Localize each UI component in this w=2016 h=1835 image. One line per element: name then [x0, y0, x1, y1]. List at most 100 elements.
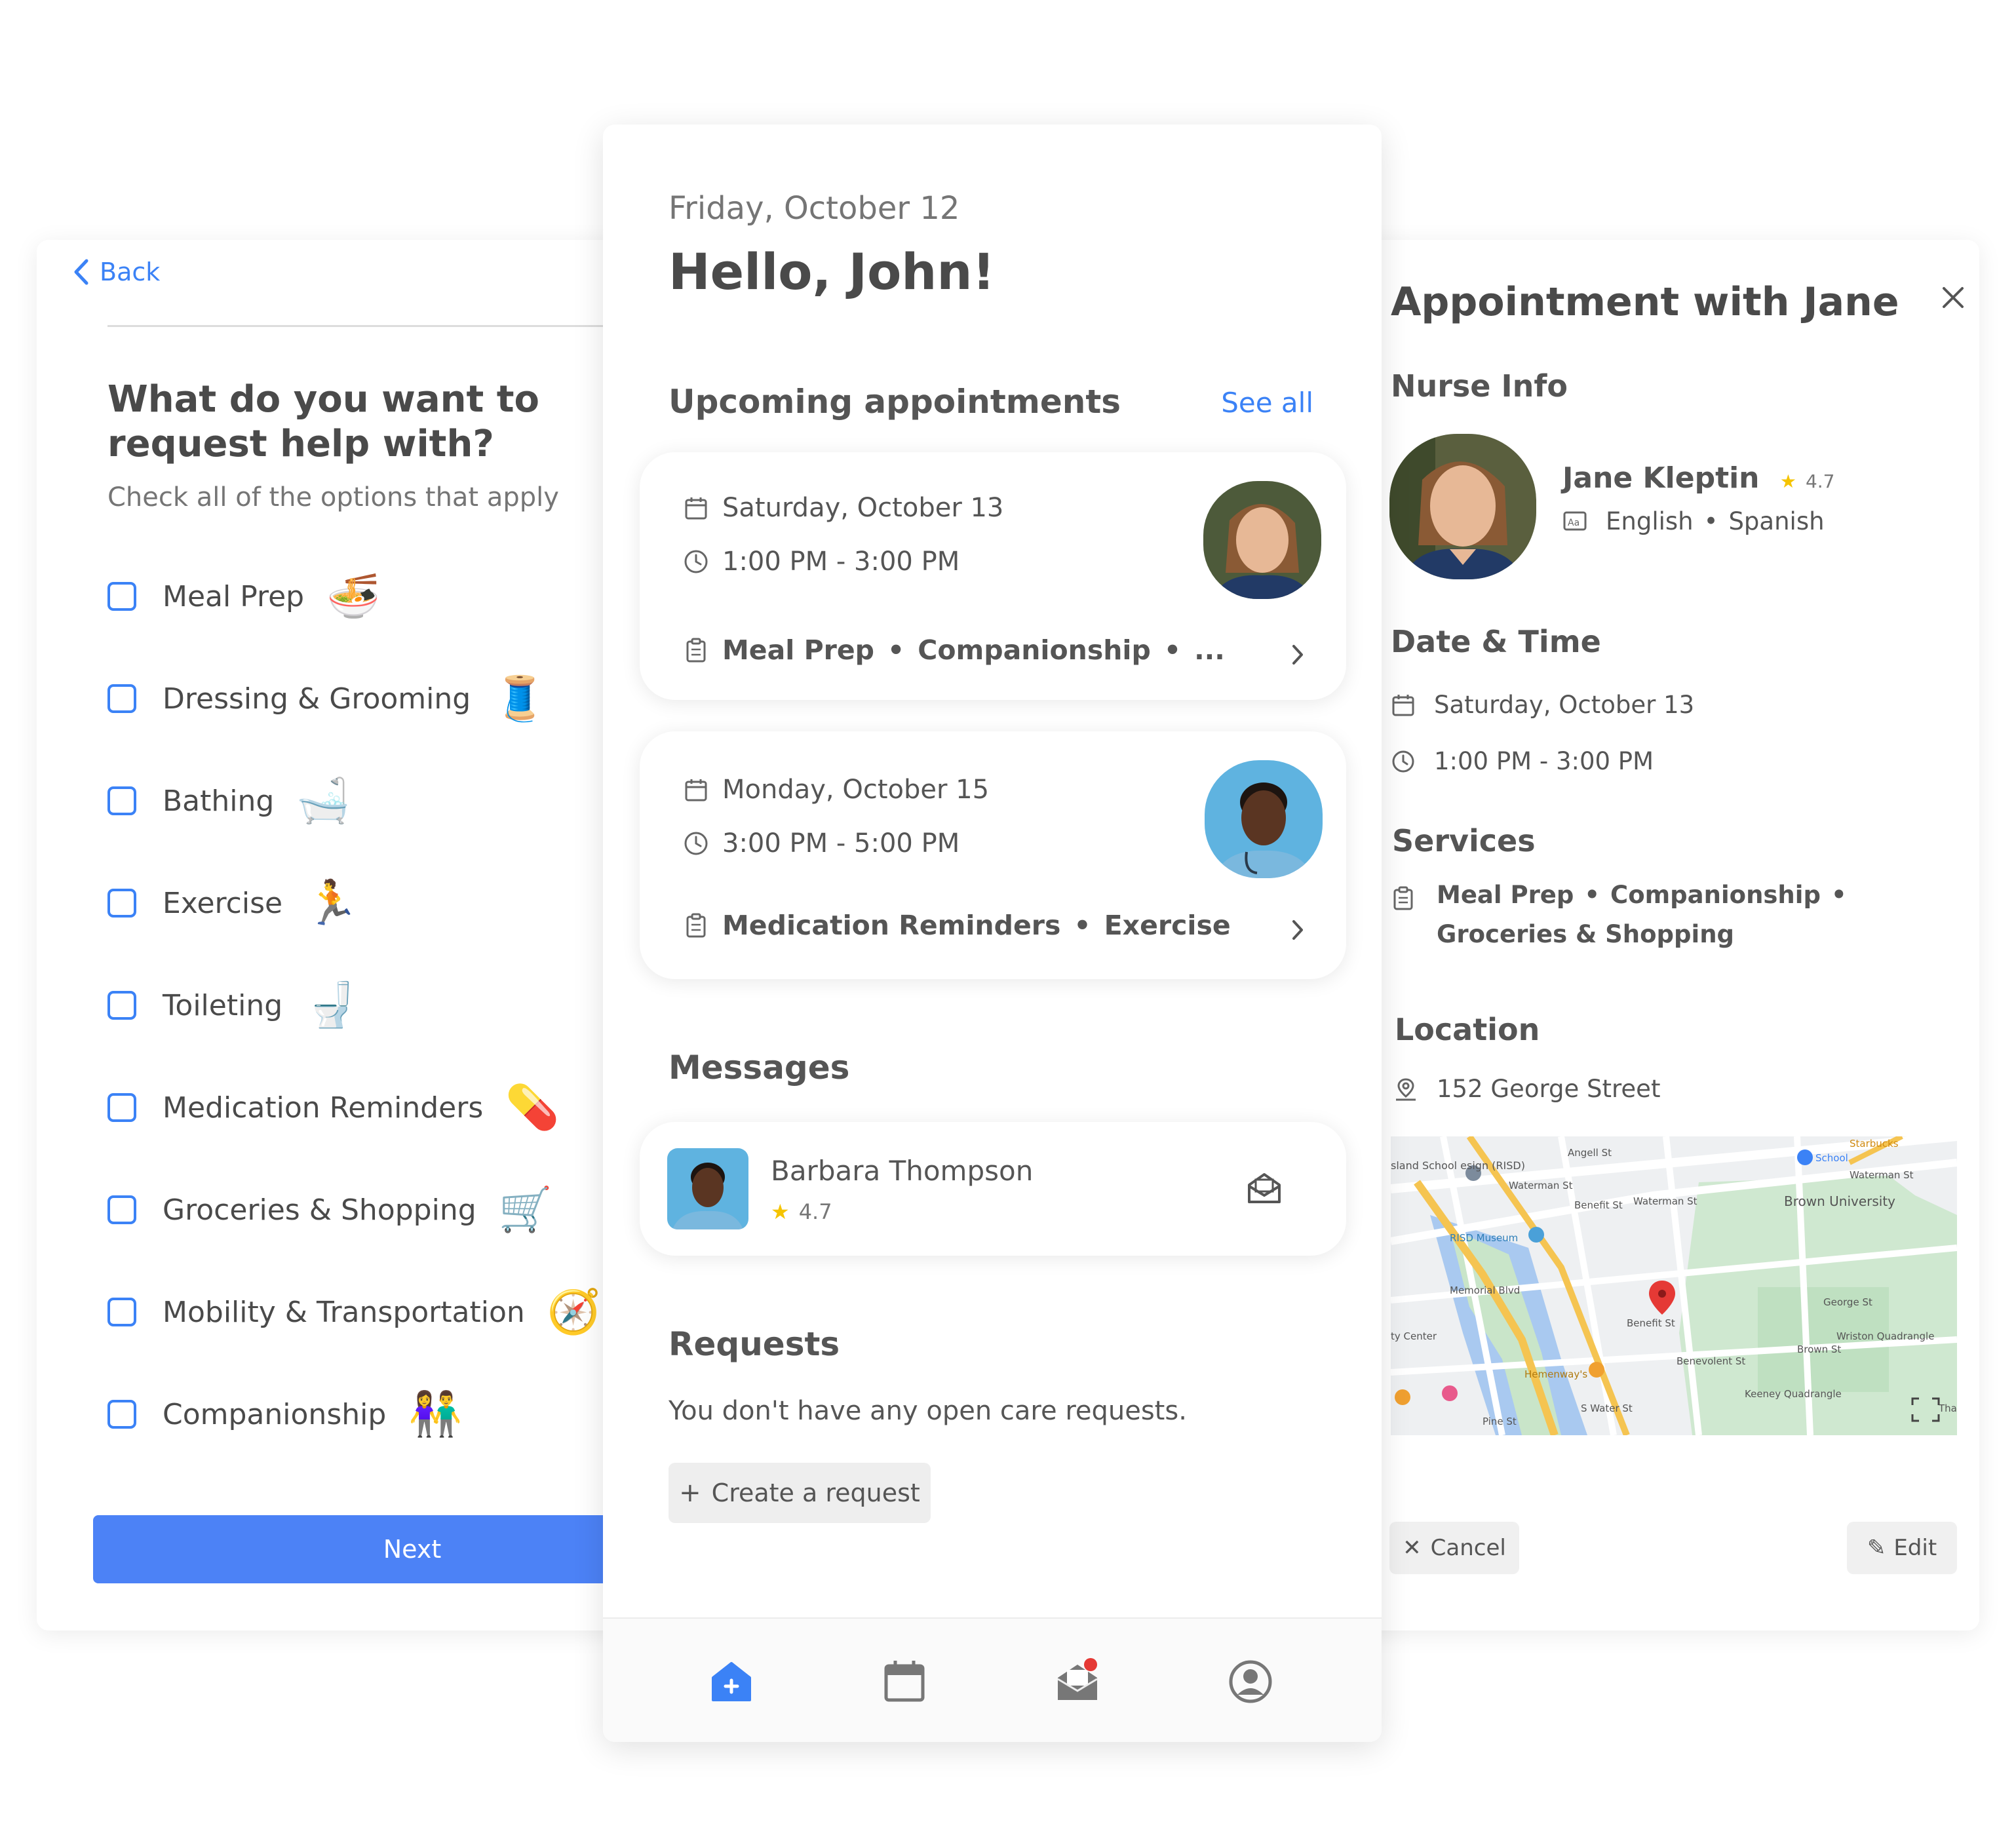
option-label: Mobility & Transportation [163, 1295, 525, 1329]
close-icon[interactable] [1940, 284, 1966, 311]
appointment-time: 1:00 PM - 3:00 PM [1434, 747, 1654, 775]
option-label: Bathing [163, 784, 275, 818]
language-2: Spanish [1728, 507, 1825, 535]
appointment-card[interactable]: Monday, October 15 3:00 PM - 5:00 PM Med… [640, 731, 1346, 979]
option-meal-prep[interactable]: Meal Prep 🍜 [107, 570, 380, 623]
messages-icon[interactable] [1054, 1658, 1101, 1705]
appointment-detail-panel: Appointment with Jane Nurse Info Jane Kl… [1285, 240, 1979, 1631]
option-companionship[interactable]: Companionship 👫 [107, 1388, 462, 1440]
sender-rating-row: ★ 4.7 [771, 1199, 832, 1224]
star-icon: ★ [1779, 471, 1796, 492]
card-service-more: ... [1194, 634, 1225, 666]
map-canvas: Starbucks School Angell St Waterman St W… [1391, 1136, 1957, 1435]
map-label-george: George St [1823, 1296, 1872, 1308]
map-label-pine: Pine St [1483, 1416, 1517, 1427]
option-label: Exercise [163, 886, 283, 920]
option-medication-reminders[interactable]: Medication Reminders 💊 [107, 1081, 559, 1134]
address-row: 152 George Street [1393, 1075, 1660, 1103]
map-label-keeney: Keeney Quadrangle [1745, 1388, 1842, 1400]
option-toileting[interactable]: Toileting 🚽 [107, 979, 359, 1032]
option-groceries-shopping[interactable]: Groceries & Shopping 🛒 [107, 1184, 552, 1236]
sender-rating: 4.7 [798, 1199, 832, 1224]
option-exercise[interactable]: Exercise 🏃 [107, 877, 359, 929]
map-label-memorial: Memorial Blvd [1450, 1284, 1520, 1296]
plus-icon: + [679, 1478, 701, 1508]
map-label-waterman-3: Waterman St [1850, 1169, 1914, 1181]
nurse-avatar [1203, 481, 1321, 599]
map-label-benefit-2: Benefit St [1627, 1317, 1675, 1329]
back-button[interactable]: Back [69, 257, 160, 287]
open-message-icon[interactable] [1244, 1168, 1285, 1208]
cancel-x-icon: ✕ [1403, 1535, 1422, 1561]
checkbox[interactable] [107, 786, 136, 815]
couple-icon: 👫 [408, 1389, 463, 1439]
checkbox[interactable] [107, 1195, 136, 1224]
checkbox[interactable] [107, 1298, 136, 1326]
cancel-button[interactable]: ✕ Cancel [1389, 1522, 1519, 1574]
card-time: 3:00 PM - 5:00 PM [722, 828, 960, 859]
edit-button[interactable]: ✎ Edit [1847, 1522, 1957, 1574]
checkbox[interactable] [107, 582, 136, 611]
datetime-heading: Date & Time [1391, 624, 1601, 659]
pill-icon: 💊 [505, 1082, 560, 1132]
home-icon[interactable] [708, 1658, 755, 1705]
map-label-thayer: Thayer St [1938, 1402, 1957, 1414]
languages-row: Aa English • Spanish [1562, 507, 1825, 535]
map-label-risd-school: sland School esign (RISD) [1391, 1159, 1525, 1172]
chevron-left-icon [74, 259, 88, 285]
checkbox[interactable] [107, 684, 136, 713]
thread-icon: 🧵 [493, 673, 547, 724]
option-dressing-grooming[interactable]: Dressing & Grooming 🧵 [107, 672, 547, 725]
nurse-name-row: Jane Kleptin ★ 4.7 [1562, 461, 1834, 495]
upcoming-heading: Upcoming appointments [669, 383, 1121, 421]
location-map[interactable]: Starbucks School Angell St Waterman St W… [1391, 1136, 1957, 1435]
clipboard-icon [1393, 886, 1413, 910]
card-services-row: Medication Reminders • Exercise [683, 910, 1231, 941]
services-list: Meal Prep • Companionship • Groceries & Sho… [1437, 881, 1847, 948]
card-service-1: Meal Prep [722, 634, 875, 666]
compass-icon: 🧭 [547, 1286, 601, 1337]
bottom-tab-bar [603, 1617, 1382, 1742]
map-label-waterman-1: Waterman St [1509, 1180, 1573, 1191]
today-date: Friday, October 12 [669, 190, 960, 227]
messages-heading: Messages [669, 1049, 850, 1087]
option-label: Groceries & Shopping [163, 1193, 476, 1227]
clipboard-icon [686, 913, 706, 938]
page-subtitle: Check all of the options that apply [107, 482, 559, 512]
create-request-button[interactable]: + Create a request [669, 1463, 931, 1523]
service-1: Meal Prep [1437, 881, 1574, 909]
clock-icon [684, 832, 708, 855]
card-date-row: Saturday, October 13 [683, 493, 1003, 523]
services-heading: Services [1392, 823, 1536, 859]
header-divider [107, 325, 645, 327]
checkbox[interactable] [107, 889, 136, 918]
checkbox[interactable] [107, 991, 136, 1020]
checkbox[interactable] [107, 1400, 136, 1429]
option-label: Medication Reminders [163, 1091, 484, 1125]
time-row: 1:00 PM - 3:00 PM [1391, 747, 1654, 775]
map-label-benefit-1: Benefit St [1574, 1199, 1623, 1211]
svg-text:Aa: Aa [1568, 518, 1580, 528]
calendar-icon[interactable] [881, 1658, 928, 1705]
clipboard-icon [686, 638, 706, 663]
bathtub-icon: 🛁 [296, 775, 351, 826]
toilet-icon: 🚽 [305, 980, 359, 1030]
map-label-starbucks: Starbucks [1850, 1138, 1899, 1149]
service-3: Groceries & Shopping [1437, 920, 1735, 948]
calendar-icon [685, 497, 707, 520]
message-card[interactable]: Barbara Thompson ★ 4.7 [640, 1122, 1346, 1256]
requests-heading: Requests [669, 1325, 840, 1363]
appointment-card[interactable]: Saturday, October 13 1:00 PM - 3:00 PM M… [640, 452, 1346, 700]
option-mobility-transportation[interactable]: Mobility & Transportation 🧭 [107, 1286, 601, 1338]
option-bathing[interactable]: Bathing 🛁 [107, 775, 351, 827]
map-label-benevolent: Benevolent St [1677, 1355, 1745, 1367]
edit-label: Edit [1893, 1535, 1937, 1561]
location-pin-icon [1396, 1077, 1416, 1100]
star-icon: ★ [771, 1199, 790, 1224]
map-label-brown: Brown University [1784, 1193, 1895, 1209]
chevron-right-icon [1292, 645, 1303, 665]
profile-icon[interactable] [1227, 1658, 1274, 1705]
checkbox[interactable] [107, 1093, 136, 1122]
requests-empty-message: You don't have any open care requests. [669, 1396, 1187, 1426]
see-all-link[interactable]: See all [1221, 387, 1313, 419]
